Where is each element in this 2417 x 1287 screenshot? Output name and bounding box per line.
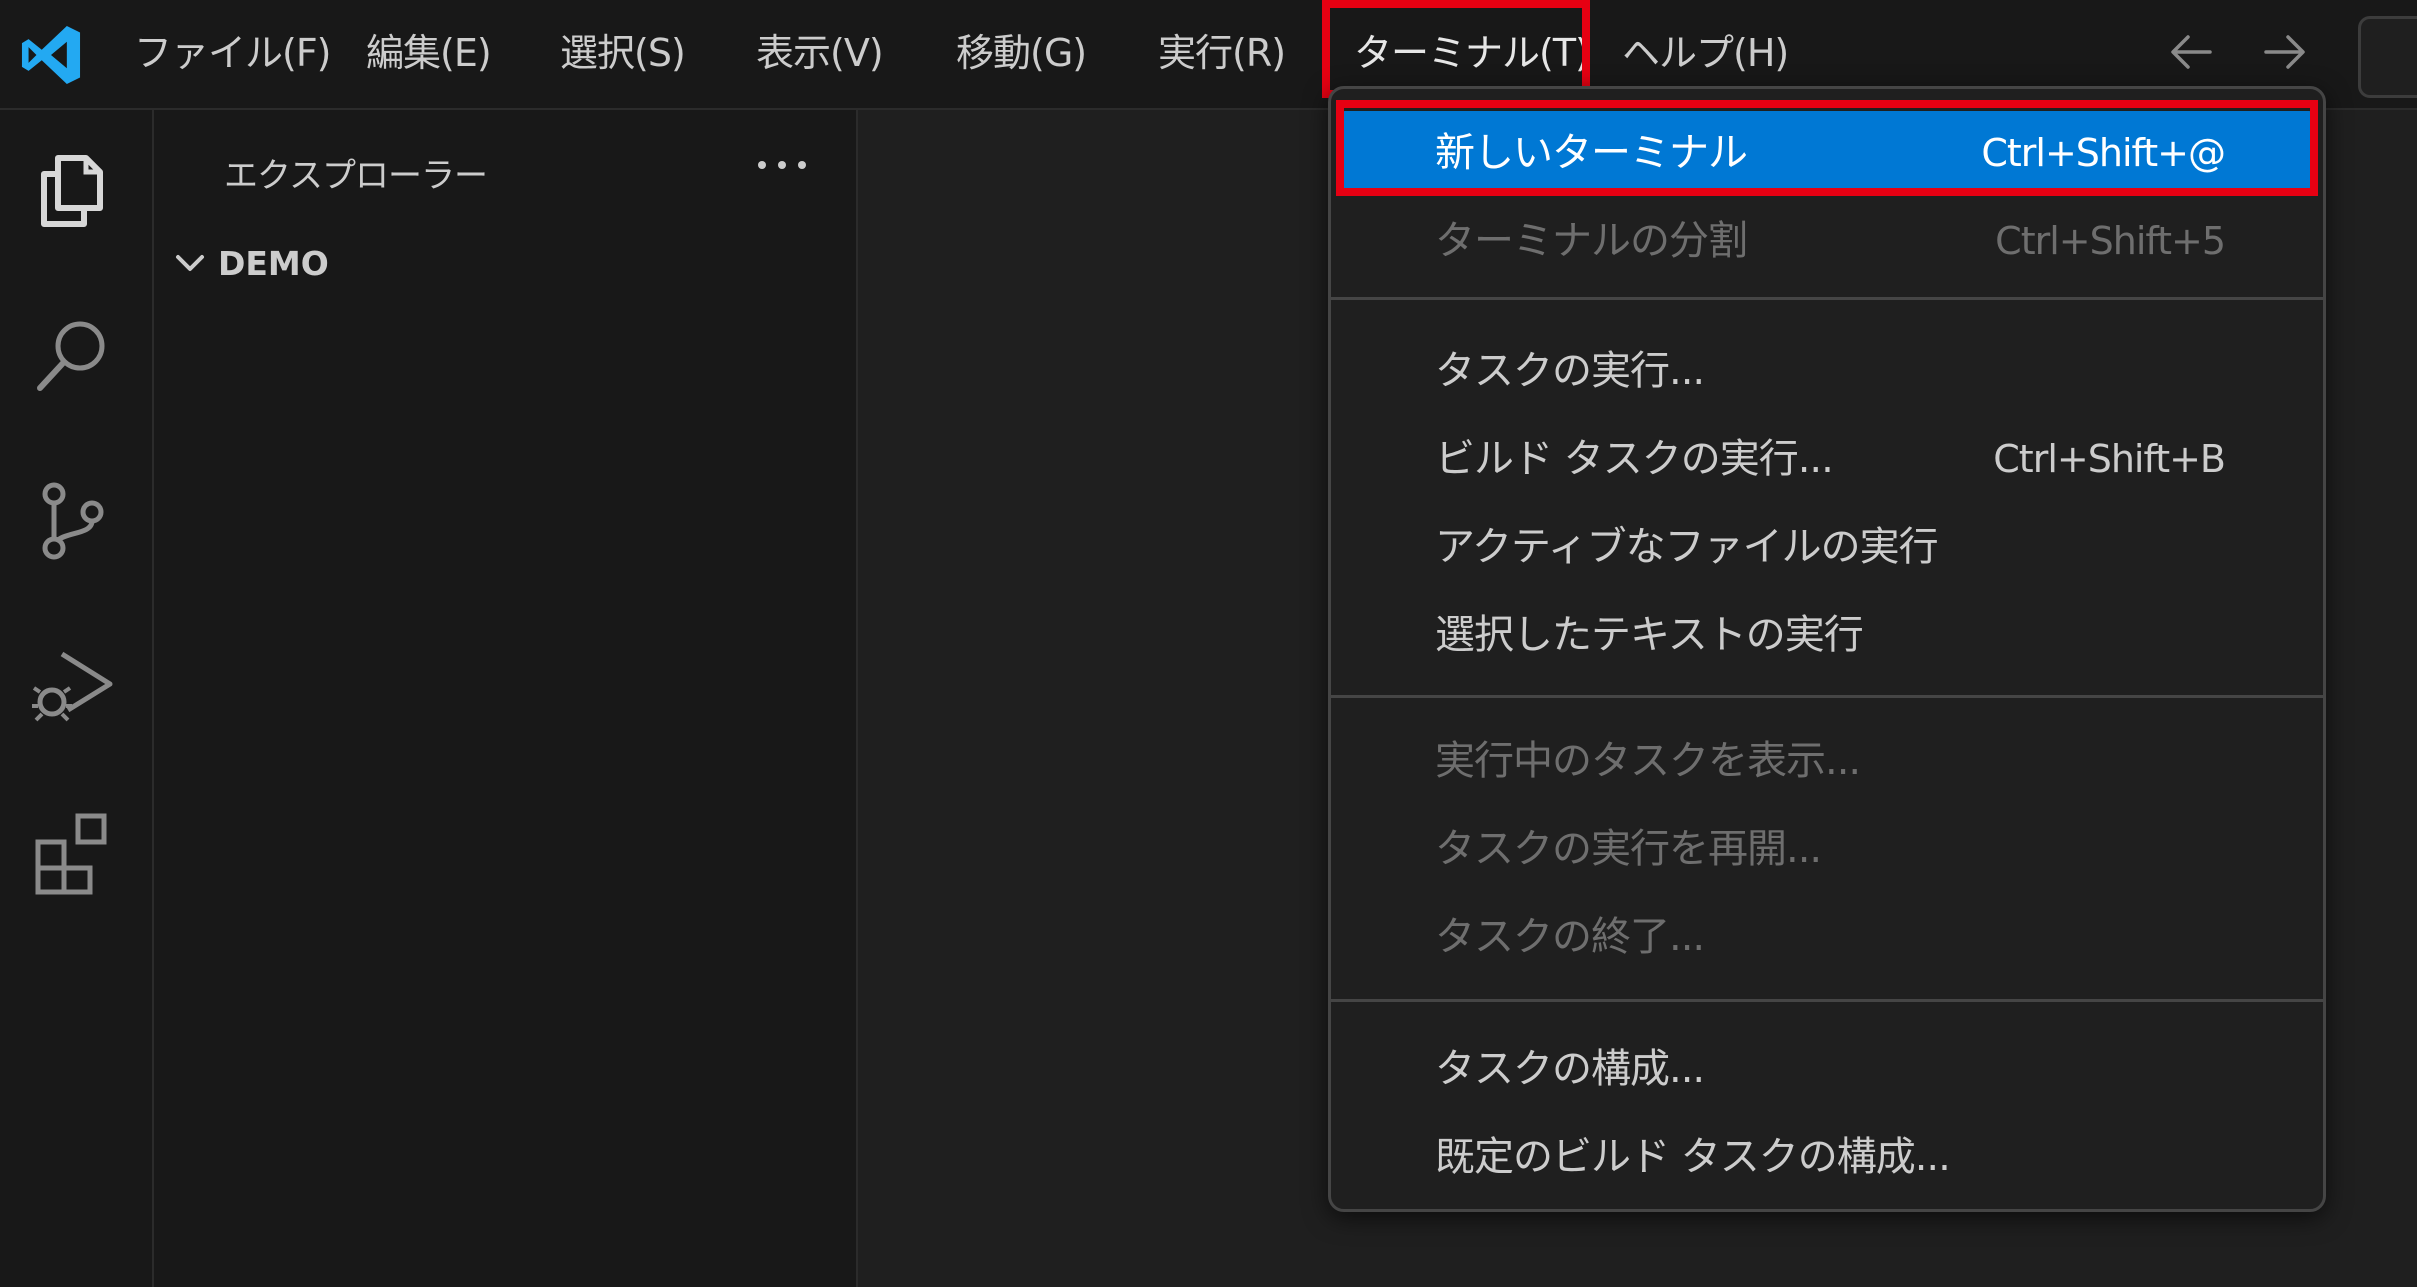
- menu-item-label: タスクの構成...: [1435, 1046, 1705, 1092]
- terminal-menu-dropdown: 新しいターミナル Ctrl+Shift+@ ターミナルの分割 Ctrl+Shif…: [1328, 86, 2326, 1212]
- folder-row[interactable]: DEMO: [170, 238, 329, 288]
- menu-item-configure-tasks[interactable]: タスクの構成...: [1339, 1027, 2315, 1111]
- run-debug-icon[interactable]: [28, 640, 118, 730]
- menu-separator: [1331, 297, 2323, 300]
- menu-help[interactable]: ヘルプ(H): [1622, 20, 1789, 86]
- menu-item-label: タスクの終了...: [1435, 914, 1705, 960]
- menu-item-new-terminal[interactable]: 新しいターミナル Ctrl+Shift+@: [1339, 111, 2315, 195]
- menu-go[interactable]: 移動(G): [956, 20, 1087, 86]
- menu-terminal[interactable]: ターミナル(T): [1354, 20, 1590, 86]
- menu-item-label: ターミナルの分割: [1435, 218, 1748, 264]
- arrow-left-icon[interactable]: [2164, 24, 2220, 80]
- menu-item-terminate-task: タスクの終了...: [1339, 895, 2315, 979]
- vscode-logo[interactable]: [18, 22, 84, 88]
- sidebar-title: エクスプローラー: [224, 156, 488, 196]
- folder-name: DEMO: [218, 243, 329, 283]
- menu-item-label: 新しいターミナル: [1435, 130, 1748, 176]
- menu-item-configure-default-build-task[interactable]: 既定のビルド タスクの構成...: [1339, 1115, 2315, 1199]
- menu-item-label: ビルド タスクの実行...: [1435, 436, 1834, 482]
- menu-item-split-terminal: ターミナルの分割 Ctrl+Shift+5: [1339, 199, 2315, 283]
- menu-item-run-selected-text[interactable]: 選択したテキストの実行: [1339, 593, 2315, 677]
- menu-item-label: アクティブなファイルの実行: [1435, 524, 1939, 570]
- menu-file[interactable]: ファイル(F): [134, 20, 332, 86]
- menu-item-label: 実行中のタスクを表示...: [1435, 738, 1861, 784]
- menu-view[interactable]: 表示(V): [756, 20, 884, 86]
- activity-bar: [0, 110, 154, 1287]
- menu-item-label: 選択したテキストの実行: [1435, 612, 1864, 658]
- extensions-icon[interactable]: [28, 806, 118, 896]
- menu-item-label: 既定のビルド タスクの構成...: [1435, 1134, 1951, 1180]
- explorer-sidebar: エクスプローラー DEMO: [154, 110, 858, 1287]
- menu-item-run-active-file[interactable]: アクティブなファイルの実行: [1339, 505, 2315, 589]
- menu-item-label: タスクの実行を再開...: [1435, 826, 1822, 872]
- menu-separator: [1331, 695, 2323, 698]
- menu-item-restart-task: タスクの実行を再開...: [1339, 807, 2315, 891]
- command-center-search[interactable]: [2358, 16, 2417, 98]
- chevron-down-icon: [176, 255, 204, 271]
- arrow-right-icon[interactable]: [2256, 24, 2312, 80]
- menu-item-shortcut: Ctrl+Shift+B: [1993, 437, 2226, 481]
- menu-item-run-build-task[interactable]: ビルド タスクの実行... Ctrl+Shift+B: [1339, 417, 2315, 501]
- menu-separator: [1331, 999, 2323, 1002]
- menu-item-show-running-tasks: 実行中のタスクを表示...: [1339, 719, 2315, 803]
- menu-item-label: タスクの実行...: [1435, 348, 1705, 394]
- menu-item-run-task[interactable]: タスクの実行...: [1339, 329, 2315, 413]
- menu-item-shortcut: Ctrl+Shift+@: [1981, 131, 2226, 175]
- menu-run[interactable]: 実行(R): [1158, 20, 1286, 86]
- ellipsis-icon[interactable]: [752, 150, 812, 180]
- source-control-icon[interactable]: [28, 476, 118, 566]
- menu-selection[interactable]: 選択(S): [560, 20, 686, 86]
- menu-item-shortcut: Ctrl+Shift+5: [1995, 219, 2226, 263]
- search-icon[interactable]: [28, 310, 118, 400]
- menu-edit[interactable]: 編集(E): [366, 20, 492, 86]
- explorer-icon[interactable]: [28, 144, 118, 234]
